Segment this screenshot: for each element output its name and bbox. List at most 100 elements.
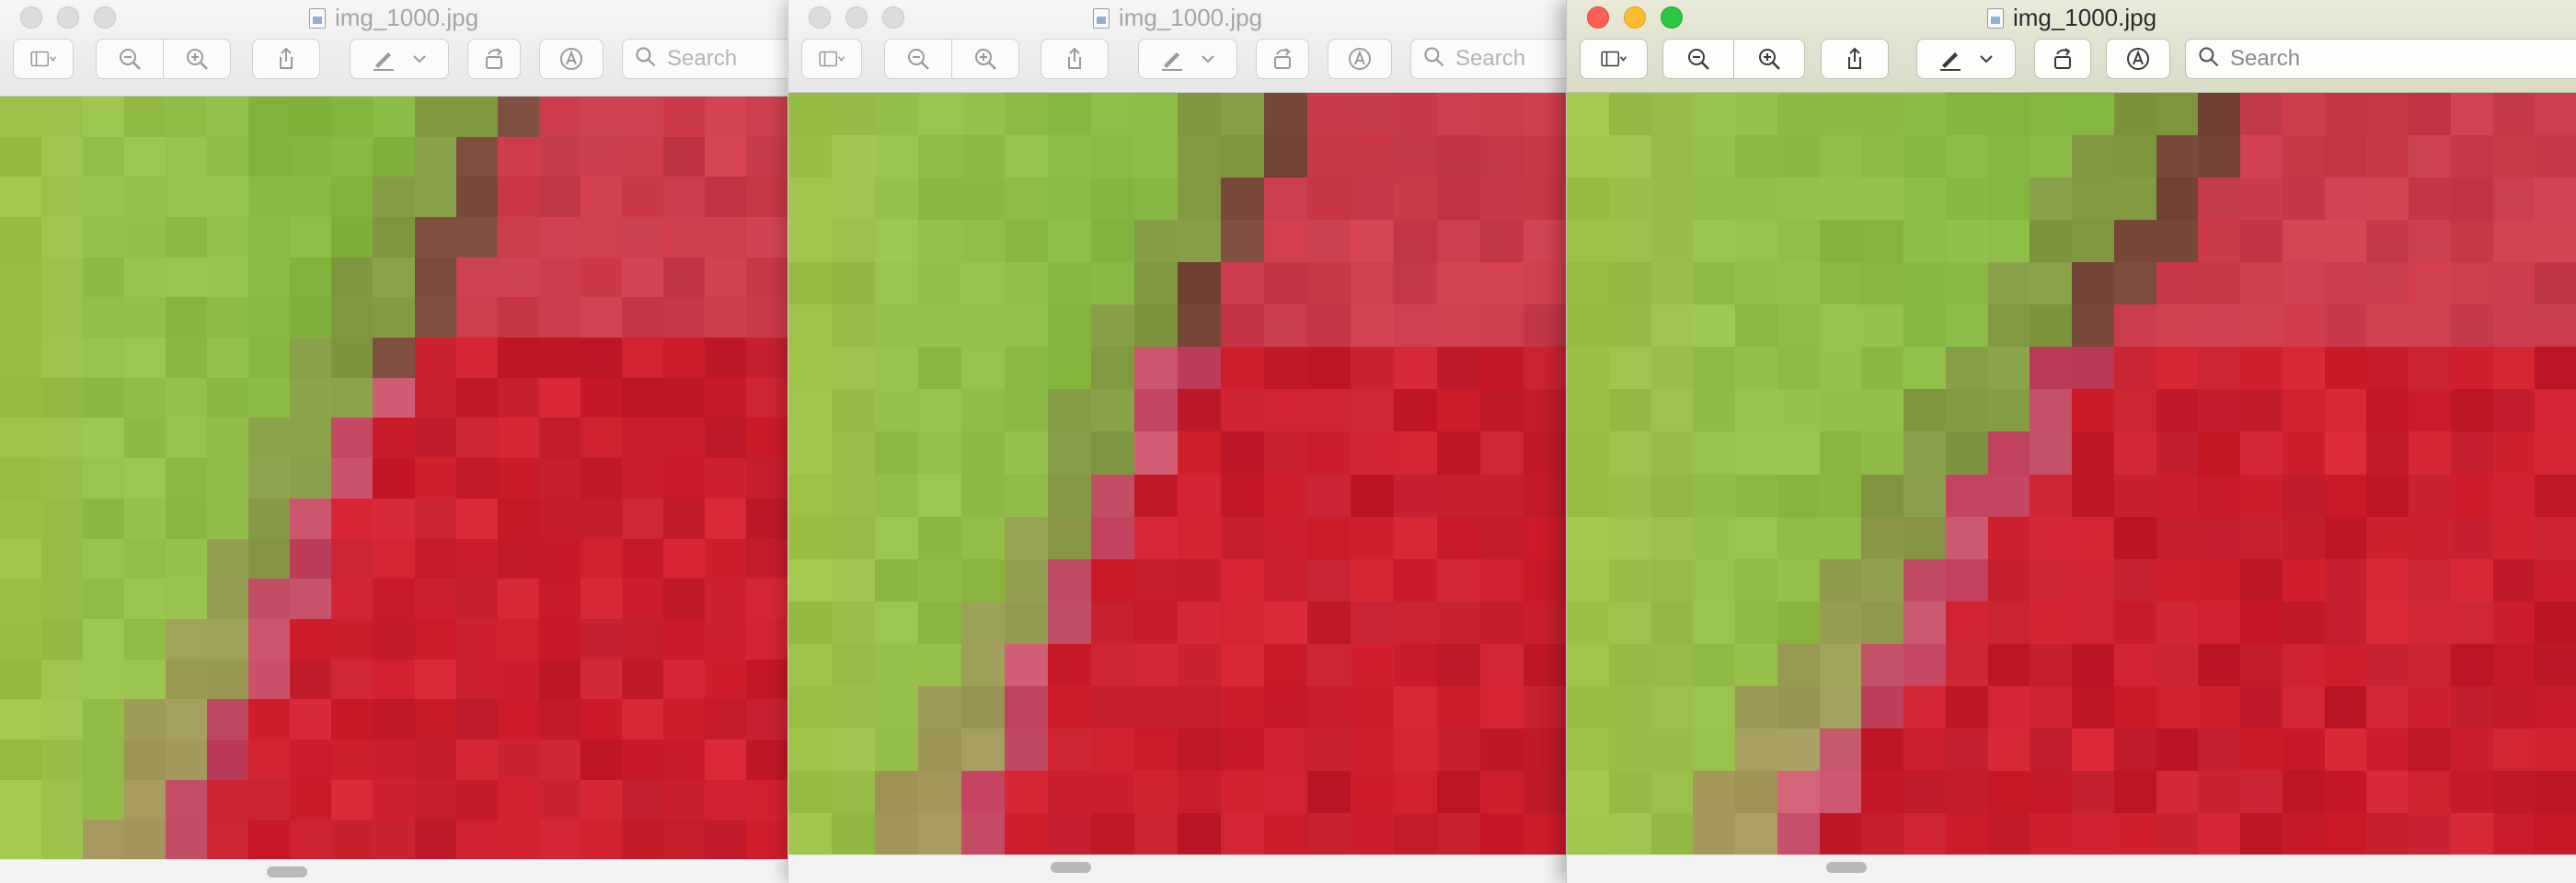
horizontal-scrollbar[interactable] — [1567, 854, 2576, 883]
share-button[interactable] — [252, 39, 320, 79]
zoom-out-button[interactable] — [884, 39, 952, 79]
image-pixel-block — [1608, 516, 1651, 559]
image-pixel-block — [961, 220, 1005, 263]
image-pixel-block — [248, 97, 291, 137]
image-pixel-block — [1608, 474, 1651, 517]
image-view[interactable] — [788, 93, 1567, 855]
preview-window-3[interactable]: img_1000.jpg Search — [1566, 0, 2576, 883]
preview-window-2[interactable]: img_1000.jpg Search — [788, 0, 1567, 883]
annotate-button[interactable] — [539, 39, 604, 79]
image-pixel-block — [1735, 558, 1777, 602]
search-field[interactable]: Search — [2185, 39, 2576, 79]
image-pixel-block — [621, 418, 663, 459]
image-pixel-block — [2492, 770, 2536, 813]
image-pixel-block — [1091, 474, 1134, 517]
image-pixel-block — [1903, 93, 1946, 136]
share-button[interactable] — [1821, 39, 1889, 79]
image-pixel-block — [2450, 728, 2493, 771]
image-pixel-block — [290, 659, 332, 700]
rotate-button[interactable] — [2034, 39, 2091, 79]
image-pixel-block — [166, 659, 208, 700]
zoom-in-button[interactable] — [951, 39, 1019, 79]
image-pixel-block — [1777, 178, 1820, 221]
horizontal-scrollbar[interactable] — [788, 854, 1567, 883]
scrollbar-thumb[interactable] — [267, 866, 307, 877]
image-pixel-block — [1650, 262, 1694, 305]
markup-button[interactable] — [1138, 39, 1237, 79]
image-pixel-block — [2409, 347, 2451, 390]
image-pixel-block — [290, 739, 332, 780]
image-pixel-block — [1987, 812, 2030, 855]
image-pixel-block — [373, 177, 415, 218]
sidebar-toggle-button[interactable] — [801, 39, 862, 79]
image-pixel-block — [2324, 558, 2367, 602]
zoom-out-button[interactable] — [1662, 39, 1734, 79]
image-pixel-block — [1437, 262, 1480, 305]
image-pixel-block — [1264, 558, 1307, 602]
rotate-button[interactable] — [1256, 39, 1309, 79]
image-pixel-block — [1693, 220, 1735, 263]
zoom-out-button[interactable] — [96, 39, 164, 79]
image-pixel-block — [248, 659, 291, 700]
image-pixel-block — [83, 418, 125, 459]
image-pixel-block — [83, 177, 125, 218]
image-pixel-block — [373, 779, 415, 820]
image-pixel-block — [2030, 389, 2072, 432]
image-pixel-block — [2409, 601, 2451, 644]
image-pixel-block — [580, 739, 622, 780]
image-pixel-block — [1091, 643, 1134, 686]
image-pixel-block — [788, 516, 832, 559]
image-view[interactable] — [1567, 93, 2576, 855]
zoom-in-button[interactable] — [1733, 39, 1805, 79]
search-field[interactable]: Search — [622, 39, 788, 79]
sidebar-toggle-button[interactable] — [1580, 39, 1648, 79]
image-pixel-block — [2366, 516, 2409, 559]
image-pixel-block — [918, 770, 961, 813]
image-view[interactable] — [0, 97, 788, 860]
image-pixel-block — [1861, 474, 1903, 517]
image-pixel-block — [580, 659, 622, 700]
image-pixel-block — [290, 779, 332, 820]
image-pixel-block — [2240, 812, 2283, 855]
markup-button[interactable] — [350, 39, 449, 79]
horizontal-scrollbar[interactable] — [0, 859, 788, 883]
image-pixel-block — [1178, 728, 1221, 771]
image-pixel-block — [373, 297, 415, 338]
image-pixel-block — [1567, 812, 1609, 855]
image-pixel-block — [1437, 812, 1480, 855]
share-button[interactable] — [1041, 39, 1109, 79]
image-pixel-block — [2240, 389, 2283, 432]
image-pixel-block — [1394, 431, 1437, 475]
image-pixel-block — [1693, 178, 1735, 221]
preview-window-1[interactable]: img_1000.jpg Search — [0, 0, 788, 883]
annotate-button[interactable] — [1328, 39, 1392, 79]
image-pixel-block — [1178, 135, 1221, 178]
sidebar-toggle-button[interactable] — [13, 39, 74, 79]
rotate-button[interactable] — [467, 39, 521, 79]
search-field[interactable]: Search — [1410, 39, 1567, 79]
image-pixel-block — [2198, 601, 2240, 644]
scrollbar-thumb[interactable] — [1826, 862, 1867, 873]
image-pixel-block — [1264, 304, 1307, 348]
image-pixel-block — [207, 739, 249, 780]
image-pixel-block — [0, 338, 42, 378]
image-pixel-block — [1264, 347, 1307, 390]
image-pixel-block — [0, 820, 42, 860]
image-pixel-block — [1861, 812, 1903, 855]
image-pixel-block — [1480, 601, 1524, 644]
markup-button[interactable] — [1916, 39, 2016, 79]
zoom-in-button[interactable] — [163, 39, 231, 79]
image-pixel-block — [2072, 178, 2114, 221]
image-pixel-block — [1437, 178, 1480, 221]
annotate-button[interactable] — [2106, 39, 2170, 79]
image-pixel-block — [745, 177, 788, 218]
scrollbar-thumb[interactable] — [1051, 862, 1091, 873]
image-pixel-block — [875, 474, 918, 517]
image-pixel-block — [1987, 262, 2030, 305]
image-pixel-block — [2409, 93, 2451, 136]
image-pixel-block — [918, 347, 961, 390]
image-pixel-block — [788, 643, 832, 686]
image-pixel-block — [414, 699, 456, 740]
image-pixel-block — [2366, 93, 2409, 136]
image-pixel-block — [662, 177, 705, 218]
